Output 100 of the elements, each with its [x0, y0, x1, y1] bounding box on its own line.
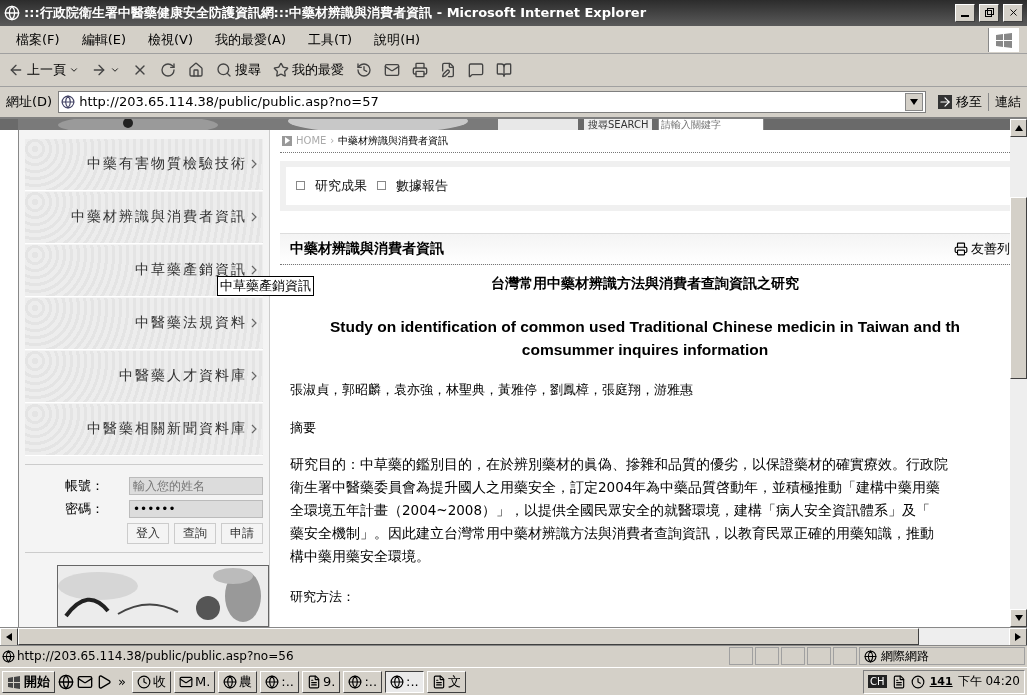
login-button[interactable]: 申請 [221, 522, 263, 544]
go-button[interactable]: 移至 [932, 92, 989, 111]
separator: › [330, 135, 335, 147]
document-icon [431, 674, 446, 689]
close-button[interactable] [1003, 3, 1023, 22]
menu-item[interactable]: 說明(H) [366, 28, 429, 51]
chevron-icon [251, 318, 257, 329]
clock: 下午 04:20 [957, 673, 1020, 691]
taskbar-button[interactable]: :.. [385, 670, 424, 693]
page-icon [2, 649, 15, 663]
sidebar-item[interactable]: 中藥材辨識與消費者資訊 [25, 191, 263, 244]
plus-icon [377, 181, 386, 191]
close-icon [1007, 7, 1019, 19]
globe-icon[interactable] [58, 673, 74, 690]
globe-icon [348, 674, 363, 689]
tab-link[interactable]: 研究成果 [315, 176, 367, 195]
home-icon [188, 62, 204, 79]
clock-icon[interactable] [910, 674, 925, 689]
search-icon [216, 62, 232, 79]
status-pane [807, 647, 831, 666]
vertical-scrollbar[interactable] [1010, 118, 1027, 627]
document-icon[interactable] [891, 674, 906, 689]
arrow-icon [282, 135, 292, 146]
sidebar-item[interactable]: 中醫藥法規資料 [25, 297, 263, 350]
play-icon[interactable] [96, 673, 112, 690]
menu-item[interactable]: 工具(T) [300, 28, 361, 51]
refresh-icon [160, 62, 176, 79]
menu-item[interactable]: 我的最愛(A) [207, 28, 295, 51]
chevron-icon [251, 159, 257, 170]
globe-icon [864, 649, 877, 663]
menu-item[interactable]: 檢視(V) [140, 28, 202, 51]
print-link[interactable]: 友善列 [954, 239, 1010, 258]
password-label: 密碼： [65, 499, 105, 518]
taskbar-button[interactable]: M. [173, 670, 216, 693]
down-arrow-icon [1014, 614, 1023, 621]
chevron-icon [251, 424, 257, 435]
account-label: 帳號： [65, 476, 105, 495]
article-title: 台灣常用中藥材辨識方法與消費者查詢資訊之研究 [491, 274, 799, 293]
start-button[interactable]: 開始 [2, 670, 55, 693]
taskbar-button[interactable]: :.. [343, 670, 383, 693]
login-button[interactable]: 查詢 [174, 522, 216, 544]
login-button[interactable]: 登入 [127, 522, 169, 544]
window-title: :::行政院衛生署中醫藥健康安全防護資訊網:::中藥材辨識與消費者資訊 - Microsoft Internet Explorer [24, 3, 648, 22]
more-chevron[interactable]: » [115, 674, 129, 690]
account-field[interactable]: 輸入您的姓名 [129, 476, 263, 495]
browser-icon [4, 4, 20, 21]
printer-icon [412, 62, 428, 79]
menu-item[interactable]: 編輯(E) [73, 28, 134, 51]
section-title: 中藥材辨識與消費者資訊 [290, 239, 444, 258]
document-icon [307, 674, 321, 689]
mail-icon[interactable] [77, 673, 93, 690]
taskbar-button[interactable]: 9. [302, 670, 341, 693]
taskbar-button[interactable]: :.. [260, 670, 299, 693]
globe-icon [265, 674, 280, 689]
mail-icon [384, 62, 400, 79]
breadcrumb-current: 中藥材辨識與消費者資訊 [338, 133, 449, 148]
restore-button[interactable] [979, 3, 999, 22]
language-indicator[interactable]: CH [868, 675, 887, 689]
page-icon [61, 94, 76, 109]
minimize-icon [961, 14, 969, 17]
taskbar-button[interactable]: 收 [131, 670, 171, 693]
restore-icon [984, 8, 994, 18]
search-field[interactable]: 請輸入關鍵字 [658, 118, 765, 130]
globe-icon [390, 674, 405, 689]
tray-badge[interactable]: 141 [929, 675, 953, 689]
address-label: 網址(D) [6, 92, 53, 111]
taskbar-button[interactable]: 農 [218, 670, 258, 693]
up-arrow-icon [1014, 124, 1023, 131]
status-pane [833, 647, 857, 666]
sidebar-item[interactable]: 中藥有害物質檢驗技術 [25, 138, 263, 191]
sidebar-item[interactable]: 中醫藥相關新聞資料庫 [25, 403, 263, 456]
sidebar-item[interactable]: 中醫藥人才資料庫 [25, 350, 263, 403]
history-icon [356, 62, 372, 79]
globe-icon [223, 674, 238, 689]
address-field[interactable]: http://203.65.114.38/public/public.asp?no=57 [58, 90, 926, 113]
tooltip: 中草藥產銷資訊 [217, 275, 314, 296]
back-button[interactable]: 上一頁 [6, 59, 81, 82]
plus-icon [296, 181, 305, 191]
windows-logo-icon [7, 674, 21, 689]
caret-icon [910, 98, 918, 105]
chevron-icon [251, 265, 257, 276]
search-button[interactable]: 搜尋 [214, 59, 263, 82]
password-field[interactable]: •••••• [129, 499, 263, 518]
taskbar-button[interactable]: 文 [426, 670, 466, 693]
dropdown-button[interactable] [905, 92, 923, 111]
status-pane [781, 647, 805, 666]
tab-link[interactable]: 數據報告 [396, 176, 448, 195]
links-label[interactable]: 連結 [995, 92, 1021, 111]
minimize-button[interactable] [955, 3, 975, 22]
favorites-button[interactable]: 我的最愛 [271, 59, 346, 82]
menu-item[interactable]: 檔案(F) [8, 28, 68, 51]
status-text: http://203.65.114.38/public/public.asp?no=56 [17, 649, 295, 664]
edit-icon [440, 62, 456, 79]
search-label: 搜尋SEARCH [584, 118, 653, 130]
authors: 張淑貞，郭昭麟，袁亦強，林聖典，黃雅停，劉鳳樟，張庭翔，游雅惠 [290, 380, 694, 399]
right-arrow-icon [1015, 632, 1021, 641]
abstract-paragraph: 研究目的：中草藥的鑑別目的，在於辨別藥材的眞偽、摻雜和品質的優劣，以保證藥材的確實療效。行政院 衛生署中醫藥委員會為提升國人之用藥安全，訂定2004年為中藥品質啓動年，並積極推動「建構中藥用藥 全環境五年計畫（2004~2008）」，以提供全國民眾安全的就醫環境，建構「病人安全資訊體系」及「 藥安全機制」。因此建立台灣常用中藥材辨識方法與消費者查詢資訊，以教育民眾正確的用藥知識，推動 構中藥用藥安全環境。 [289, 454, 949, 566]
clock-icon [136, 674, 151, 689]
status-pane [729, 647, 753, 666]
star-icon [273, 62, 289, 79]
